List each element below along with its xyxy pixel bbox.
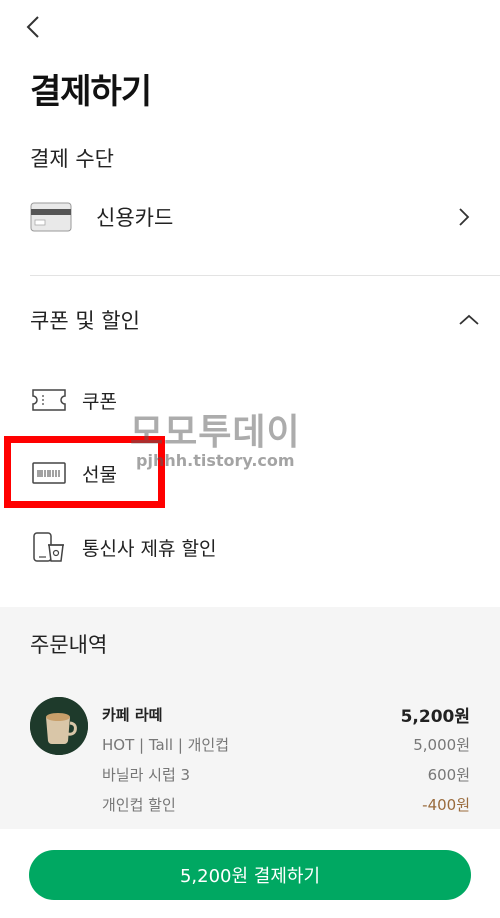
- page-title: 결제하기: [30, 72, 152, 112]
- chevron-left-icon: [26, 16, 39, 38]
- chevron-up-icon: [458, 309, 480, 331]
- payment-method-label: 신용카드: [96, 206, 174, 230]
- order-item: 카페 라떼 5,200원 HOT | Tall | 개인컵 5,000원 바닐라…: [102, 699, 470, 819]
- divider: [30, 275, 500, 276]
- payment-method-selector[interactable]: 신용카드: [30, 195, 475, 239]
- cafe-latte-image: [30, 697, 88, 755]
- order-section-label: 주문내역: [30, 633, 108, 657]
- order-discount-label: 개인컵 할인: [102, 795, 176, 814]
- order-option-label: HOT | Tall | 개인컵: [102, 735, 230, 754]
- order-option-row: 바닐라 시럽 3 600원: [102, 759, 470, 789]
- chevron-right-icon: [453, 206, 475, 228]
- coupon-option-label: 쿠폰: [82, 390, 117, 413]
- pay-button[interactable]: 5,200원 결제하기: [29, 850, 471, 900]
- coupon-section-label: 쿠폰 및 할인: [30, 309, 140, 333]
- order-item-row: 카페 라떼 5,200원: [102, 699, 470, 729]
- order-option-price: 5,000원: [413, 735, 470, 754]
- ticket-icon: [30, 382, 68, 418]
- order-item-name: 카페 라떼: [102, 705, 163, 724]
- coupon-option[interactable]: 쿠폰: [30, 380, 330, 420]
- credit-card-icon: [30, 201, 74, 233]
- order-item-total: 5,200원: [400, 706, 470, 727]
- payment-section-label: 결제 수단: [30, 147, 114, 171]
- order-option-label: 바닐라 시럽 3: [102, 765, 191, 784]
- highlight-annotation: [4, 436, 165, 508]
- order-discount-price: -400원: [422, 795, 470, 814]
- order-option-price: 600원: [427, 765, 470, 784]
- order-details-section: 주문내역 카페 라떼 5,200원 HOT | Tall | 개인컵 5,000…: [0, 607, 500, 829]
- order-discount-row: 개인컵 할인 -400원: [102, 789, 470, 819]
- order-option-row: HOT | Tall | 개인컵 5,000원: [102, 729, 470, 759]
- coupon-discount-toggle[interactable]: 쿠폰 및 할인: [30, 300, 480, 340]
- back-button[interactable]: [18, 10, 48, 44]
- carrier-discount-label: 통신사 제휴 할인: [82, 537, 217, 560]
- carrier-discount-option[interactable]: 통신사 제휴 할인: [30, 527, 330, 567]
- phone-cup-icon: [30, 529, 68, 565]
